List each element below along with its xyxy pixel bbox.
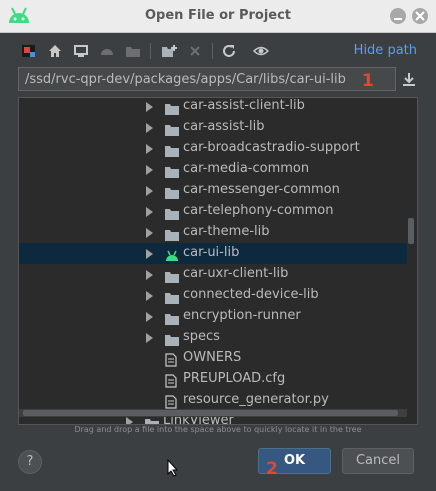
tree-row[interactable]: car-assist-lib: [19, 117, 407, 138]
expand-arrow-icon[interactable]: [146, 270, 153, 280]
tree-item-label: car-theme-lib: [183, 224, 270, 239]
tree-row[interactable]: car-theme-lib: [19, 222, 407, 243]
expand-arrow-icon[interactable]: [146, 249, 153, 259]
tree-item-label: PREUPLOAD.cfg: [183, 371, 286, 386]
drag-drop-hint: Drag and drop a file into the space abov…: [74, 425, 362, 434]
home-button[interactable]: [44, 40, 66, 62]
tree-row[interactable]: specs: [19, 327, 407, 348]
tree-row[interactable]: car-uxr-client-lib: [19, 264, 407, 285]
delete-button[interactable]: [184, 40, 206, 62]
expand-arrow-icon[interactable]: [146, 291, 153, 301]
horizontal-scrollbar[interactable]: [19, 409, 407, 417]
cancel-button[interactable]: Cancel: [342, 448, 414, 474]
tree-item-label: car-broadcastradio-support: [183, 140, 360, 155]
annotation-marker-1: 1: [362, 71, 374, 91]
vertical-scrollbar[interactable]: [408, 218, 414, 244]
download-icon: [403, 73, 415, 86]
new-folder-icon: [162, 45, 177, 57]
project-icon: [22, 45, 35, 57]
expand-arrow-icon[interactable]: [126, 417, 133, 424]
module-folder-icon: [126, 47, 140, 57]
expand-arrow-icon[interactable]: [146, 165, 153, 175]
close-window-icon[interactable]: [412, 8, 428, 24]
tree-item-label: car-messenger-common: [183, 182, 340, 197]
refresh-button[interactable]: [218, 40, 240, 62]
toolbar-separator: [212, 43, 213, 59]
tree-row[interactable]: resource_generator.py: [19, 390, 407, 411]
help-button[interactable]: ?: [18, 450, 42, 474]
annotation-marker-2: 2: [266, 459, 278, 479]
expand-arrow-icon[interactable]: [146, 102, 153, 112]
window-title: Open File or Project: [144, 8, 292, 23]
tree-row[interactable]: car-ui-lib: [19, 243, 407, 264]
file-chooser-dialog: Hide path 1 car-assist-client-libcar-ass…: [0, 33, 436, 491]
refresh-icon: [223, 45, 235, 57]
download-path-button[interactable]: [400, 70, 418, 88]
android-module-icon: [101, 49, 113, 55]
tree-item-label: connected-device-lib: [183, 287, 319, 302]
android-module-button[interactable]: [96, 40, 118, 62]
tree-item-label: car-assist-client-lib: [183, 98, 305, 113]
tree-item-label: car-media-common: [183, 161, 310, 176]
module-folder-button[interactable]: [122, 40, 144, 62]
desktop-icon: [74, 45, 88, 57]
eye-icon: [253, 46, 269, 56]
expand-arrow-icon[interactable]: [146, 144, 153, 154]
tree-row[interactable]: car-broadcastradio-support: [19, 138, 407, 159]
tree-row[interactable]: PREUPLOAD.cfg: [19, 369, 407, 390]
tree-row[interactable]: car-media-common: [19, 159, 407, 180]
show-hidden-button[interactable]: [250, 40, 272, 62]
tree-item-label: car-ui-lib: [183, 245, 240, 260]
path-input[interactable]: [25, 70, 365, 88]
tree-row[interactable]: car-telephony-common: [19, 201, 407, 222]
tree-row[interactable]: encryption-runner: [19, 306, 407, 327]
tree-row[interactable]: car-messenger-common: [19, 180, 407, 201]
desktop-button[interactable]: [70, 40, 92, 62]
tree-item-label: OWNERS: [183, 350, 242, 365]
tree-row[interactable]: connected-device-lib: [19, 285, 407, 306]
expand-arrow-icon[interactable]: [146, 312, 153, 322]
new-folder-button[interactable]: [158, 40, 180, 62]
delete-icon: [190, 46, 200, 56]
horizontal-scroll-thumb[interactable]: [23, 410, 398, 416]
tree-item-label: car-assist-lib: [183, 119, 265, 134]
path-field[interactable]: [18, 67, 396, 91]
mouse-cursor-icon: [167, 458, 179, 481]
tree-item-label: car-uxr-client-lib: [183, 266, 289, 281]
expand-arrow-icon[interactable]: [146, 228, 153, 238]
expand-arrow-icon[interactable]: [146, 186, 153, 196]
project-home-button[interactable]: [18, 40, 40, 62]
toolbar-separator: [150, 43, 151, 59]
minimize-window-icon[interactable]: [390, 8, 406, 24]
tree-item-label: resource_generator.py: [183, 392, 329, 407]
expand-arrow-icon[interactable]: [146, 333, 153, 343]
file-tree[interactable]: car-assist-client-lib car-assist-lib car-b…: [18, 97, 418, 425]
tree-row[interactable]: OWNERS: [19, 348, 407, 369]
home-icon: [49, 45, 61, 57]
title-bar: Open File or Project: [0, 0, 436, 33]
expand-arrow-icon[interactable]: [146, 123, 153, 133]
tree-item-label: car-telephony-common: [183, 203, 334, 218]
tree-item-label: specs: [183, 329, 220, 344]
tree-item-label: encryption-runner: [183, 308, 301, 323]
hide-path-link[interactable]: Hide path: [354, 43, 417, 58]
tree-row[interactable]: car-assist-client-lib: [19, 98, 407, 117]
expand-arrow-icon[interactable]: [146, 207, 153, 217]
